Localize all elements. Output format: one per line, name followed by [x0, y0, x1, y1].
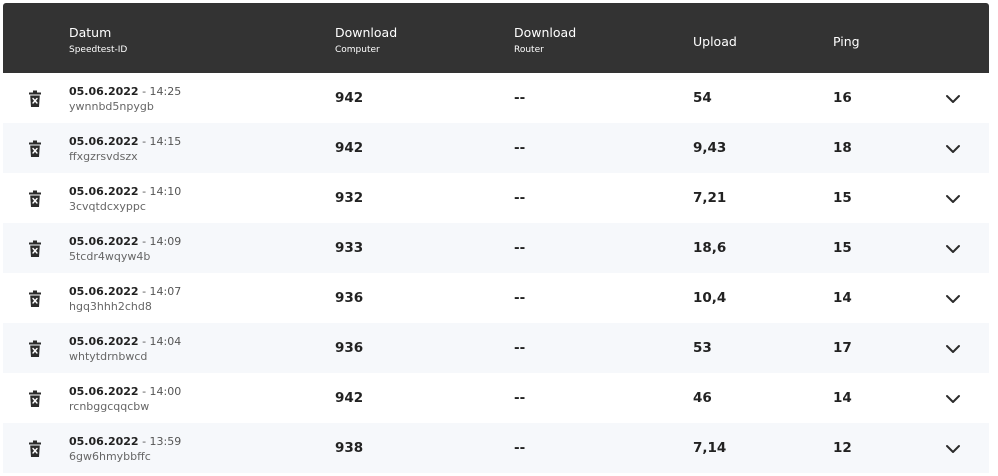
ping-value: 14 — [833, 290, 852, 306]
trash-icon[interactable] — [27, 440, 43, 458]
download-computer-value: 938 — [335, 440, 364, 456]
table-row: 05.06.2022 - 14:09 5tcdr4wqyw4b 933 -- 1… — [3, 223, 989, 273]
test-datetime: 05.06.2022 - 14:15 — [69, 135, 181, 148]
speedtest-id: hgq3hhh2chd8 — [69, 300, 152, 313]
test-date: 05.06.2022 — [69, 185, 139, 198]
table-row: 05.06.2022 - 14:10 3cvqtdcxyppc 932 -- 7… — [3, 173, 989, 223]
test-date: 05.06.2022 — [69, 435, 139, 448]
chevron-down-icon[interactable] — [945, 391, 961, 405]
test-datetime: 05.06.2022 - 14:00 — [69, 385, 181, 398]
chevron-down-icon[interactable] — [945, 191, 961, 205]
download-router-value: -- — [514, 440, 526, 456]
test-date: 05.06.2022 — [69, 85, 139, 98]
trash-icon[interactable] — [27, 140, 43, 158]
chevron-down-icon[interactable] — [945, 91, 961, 105]
test-time: - 14:07 — [138, 285, 182, 298]
ping-value: 16 — [833, 90, 852, 106]
chevron-down-icon[interactable] — [945, 141, 961, 155]
download-computer-value: 936 — [335, 340, 364, 356]
ping-value: 18 — [833, 140, 852, 156]
test-datetime: 05.06.2022 - 14:09 — [69, 235, 181, 248]
test-time: - 14:10 — [138, 185, 182, 198]
header-upload-label: Upload — [693, 34, 737, 49]
test-date: 05.06.2022 — [69, 235, 139, 248]
speedtest-id: 3cvqtdcxyppc — [69, 200, 146, 213]
trash-icon[interactable] — [27, 240, 43, 258]
trash-icon[interactable] — [27, 340, 43, 358]
ping-value: 14 — [833, 390, 852, 406]
download-computer-value: 936 — [335, 290, 364, 306]
test-date: 05.06.2022 — [69, 335, 139, 348]
speedtest-results-table: Datum Speedtest-ID Download Computer Dow… — [3, 3, 989, 473]
ping-value: 15 — [833, 190, 852, 206]
upload-value: 7,21 — [693, 190, 727, 206]
test-time: - 14:04 — [138, 335, 182, 348]
speedtest-id: whtytdrnbwcd — [69, 350, 148, 363]
download-computer-value: 942 — [335, 390, 364, 406]
speedtest-id: rcnbggcqqcbw — [69, 400, 150, 413]
test-datetime: 05.06.2022 - 13:59 — [69, 435, 181, 448]
test-date: 05.06.2022 — [69, 285, 139, 298]
table-header: Datum Speedtest-ID Download Computer Dow… — [3, 3, 989, 73]
download-computer-value: 942 — [335, 90, 364, 106]
header-ping-label: Ping — [833, 34, 860, 49]
test-datetime: 05.06.2022 - 14:04 — [69, 335, 181, 348]
trash-icon[interactable] — [27, 90, 43, 108]
download-computer-value: 932 — [335, 190, 364, 206]
ping-value: 12 — [833, 440, 852, 456]
table-row: 05.06.2022 - 13:59 6gw6hmybbffc 938 -- 7… — [3, 423, 989, 473]
table-row: 05.06.2022 - 14:15 ffxgzrsvdszx 942 -- 9… — [3, 123, 989, 173]
table-body: 05.06.2022 - 14:25 ywnnbd5npygb 942 -- 5… — [3, 73, 989, 473]
chevron-down-icon[interactable] — [945, 441, 961, 455]
header-download-label: Download — [335, 25, 398, 40]
test-date: 05.06.2022 — [69, 385, 139, 398]
table-row: 05.06.2022 - 14:07 hgq3hhh2chd8 936 -- 1… — [3, 273, 989, 323]
test-time: - 14:15 — [138, 135, 182, 148]
test-time: - 14:00 — [138, 385, 182, 398]
test-time: - 14:09 — [138, 235, 182, 248]
download-router-value: -- — [514, 90, 526, 106]
upload-value: 53 — [693, 340, 712, 356]
speedtest-id: ywnnbd5npygb — [69, 100, 154, 113]
download-router-value: -- — [514, 140, 526, 156]
header-router-label: Router — [514, 45, 544, 55]
ping-value: 15 — [833, 240, 852, 256]
chevron-down-icon[interactable] — [945, 341, 961, 355]
download-router-value: -- — [514, 190, 526, 206]
trash-icon[interactable] — [27, 290, 43, 308]
chevron-down-icon[interactable] — [945, 291, 961, 305]
upload-value: 7,14 — [693, 440, 727, 456]
download-router-value: -- — [514, 340, 526, 356]
test-time: - 14:25 — [138, 85, 182, 98]
table-row: 05.06.2022 - 14:00 rcnbggcqqcbw 942 -- 4… — [3, 373, 989, 423]
upload-value: 46 — [693, 390, 712, 406]
header-computer-label: Computer — [335, 45, 380, 55]
trash-icon[interactable] — [27, 190, 43, 208]
trash-icon[interactable] — [27, 390, 43, 408]
test-time: - 13:59 — [138, 435, 182, 448]
header-datum-label: Datum — [69, 25, 112, 40]
test-datetime: 05.06.2022 - 14:25 — [69, 85, 181, 98]
download-computer-value: 933 — [335, 240, 364, 256]
download-router-value: -- — [514, 290, 526, 306]
test-datetime: 05.06.2022 - 14:10 — [69, 185, 181, 198]
upload-value: 9,43 — [693, 140, 727, 156]
header-download-router-label: Download — [514, 25, 577, 40]
speedtest-id: 5tcdr4wqyw4b — [69, 250, 151, 263]
table-row: 05.06.2022 - 14:04 whtytdrnbwcd 936 -- 5… — [3, 323, 989, 373]
header-speedtest-id-label: Speedtest-ID — [69, 45, 128, 55]
test-datetime: 05.06.2022 - 14:07 — [69, 285, 181, 298]
download-computer-value: 942 — [335, 140, 364, 156]
chevron-down-icon[interactable] — [945, 241, 961, 255]
table-row: 05.06.2022 - 14:25 ywnnbd5npygb 942 -- 5… — [3, 73, 989, 123]
speedtest-id: 6gw6hmybbffc — [69, 450, 151, 463]
upload-value: 10,4 — [693, 290, 727, 306]
upload-value: 18,6 — [693, 240, 727, 256]
download-router-value: -- — [514, 240, 526, 256]
test-date: 05.06.2022 — [69, 135, 139, 148]
download-router-value: -- — [514, 390, 526, 406]
ping-value: 17 — [833, 340, 852, 356]
speedtest-id: ffxgzrsvdszx — [69, 150, 138, 163]
upload-value: 54 — [693, 90, 712, 106]
